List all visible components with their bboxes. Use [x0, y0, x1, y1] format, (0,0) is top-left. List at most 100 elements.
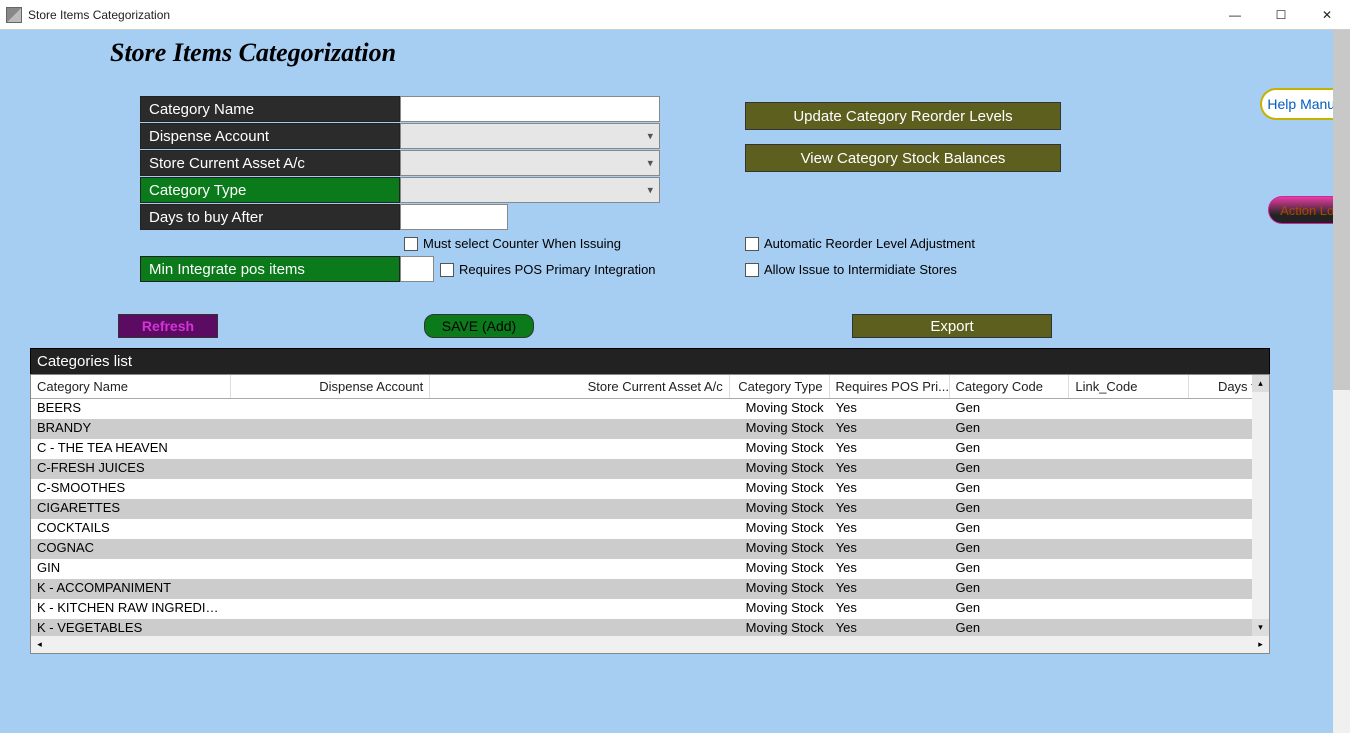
window-icon: [6, 7, 22, 23]
cell: Gen: [950, 559, 1070, 579]
cell: Moving Stock: [730, 579, 830, 599]
close-button[interactable]: ✕: [1304, 0, 1350, 30]
cell: Moving Stock: [730, 459, 830, 479]
grid-horizontal-scrollbar[interactable]: ◂ ▸: [31, 636, 1269, 653]
cell: Moving Stock: [730, 439, 830, 459]
cell: K - ACCOMPANIMENT: [31, 579, 231, 599]
table-row[interactable]: K - KITCHEN RAW INGREDIE...Moving StockY…: [31, 599, 1269, 619]
scroll-right-icon[interactable]: ▸: [1252, 639, 1269, 650]
label-min-integrate-pos: Min Integrate pos items: [140, 256, 400, 282]
cell: Gen: [950, 599, 1070, 619]
cell: Gen: [950, 479, 1070, 499]
table-row[interactable]: GINMoving StockYesGen: [31, 559, 1269, 579]
cell: [231, 399, 431, 419]
cell: Yes: [830, 499, 950, 519]
label-store-current-asset: Store Current Asset A/c: [140, 150, 400, 176]
cell: Yes: [830, 459, 950, 479]
must-select-counter-checkbox[interactable]: [404, 237, 418, 251]
maximize-button[interactable]: ☐: [1258, 0, 1304, 30]
allow-intermediate-checkbox[interactable]: [745, 263, 759, 277]
col-requires-pos[interactable]: Requires POS Pri...: [830, 375, 950, 398]
table-row[interactable]: BEERSMoving StockYesGen: [31, 399, 1269, 419]
cell: [231, 579, 431, 599]
cell: [231, 459, 431, 479]
page-title: Store Items Categorization: [110, 38, 396, 68]
scrollbar-thumb[interactable]: [1333, 30, 1350, 390]
auto-reorder-checkbox[interactable]: [745, 237, 759, 251]
cell: Moving Stock: [730, 419, 830, 439]
cell: Yes: [830, 559, 950, 579]
dispense-account-combo[interactable]: [400, 123, 660, 149]
cell: Gen: [950, 419, 1070, 439]
requires-pos-primary-checkbox[interactable]: [440, 263, 454, 277]
cell: [430, 499, 730, 519]
scroll-down-icon[interactable]: ▾: [1252, 619, 1269, 636]
cell: [430, 559, 730, 579]
label-must-select-counter: Must select Counter When Issuing: [423, 236, 621, 251]
cell: [1069, 519, 1189, 539]
cell: Moving Stock: [730, 599, 830, 619]
cell: [1069, 439, 1189, 459]
col-category-code[interactable]: Category Code: [950, 375, 1070, 398]
table-row[interactable]: COGNACMoving StockYesGen: [31, 539, 1269, 559]
window-title: Store Items Categorization: [28, 8, 170, 22]
cell: [1069, 559, 1189, 579]
table-row[interactable]: COCKTAILSMoving StockYesGen: [31, 519, 1269, 539]
minimize-button[interactable]: —: [1212, 0, 1258, 30]
grid-vertical-scrollbar[interactable]: ▴ ▾: [1252, 375, 1269, 636]
col-link-code[interactable]: Link_Code: [1069, 375, 1189, 398]
grid-title: Categories list: [30, 348, 1270, 375]
min-integrate-pos-input[interactable]: [400, 256, 434, 282]
cell: Moving Stock: [730, 479, 830, 499]
cell: [430, 539, 730, 559]
store-asset-combo[interactable]: [400, 150, 660, 176]
days-to-buy-input[interactable]: [400, 204, 508, 230]
label-auto-reorder: Automatic Reorder Level Adjustment: [764, 236, 975, 251]
save-button[interactable]: SAVE (Add): [424, 314, 534, 338]
col-store-asset[interactable]: Store Current Asset A/c: [430, 375, 729, 398]
label-category-name: Category Name: [140, 96, 400, 122]
category-type-combo[interactable]: [400, 177, 660, 203]
cell: [1069, 419, 1189, 439]
cell: Moving Stock: [730, 399, 830, 419]
col-category-type[interactable]: Category Type: [730, 375, 830, 398]
cell: COGNAC: [31, 539, 231, 559]
cell: [231, 599, 431, 619]
cell: Moving Stock: [730, 539, 830, 559]
cell: [231, 479, 431, 499]
cell: Yes: [830, 399, 950, 419]
cell: [1069, 579, 1189, 599]
label-allow-intermediate: Allow Issue to Intermidiate Stores: [764, 262, 957, 277]
cell: Gen: [950, 579, 1070, 599]
update-reorder-button[interactable]: Update Category Reorder Levels: [745, 102, 1061, 130]
cell: Yes: [830, 479, 950, 499]
view-balances-button[interactable]: View Category Stock Balances: [745, 144, 1061, 172]
cell: K - KITCHEN RAW INGREDIE...: [31, 599, 231, 619]
cell: [430, 479, 730, 499]
cell: [1069, 539, 1189, 559]
refresh-button[interactable]: Refresh: [118, 314, 218, 338]
table-row[interactable]: K - ACCOMPANIMENTMoving StockYesGen: [31, 579, 1269, 599]
cell: [1069, 599, 1189, 619]
cell: Gen: [950, 399, 1070, 419]
categories-grid[interactable]: Category Name Dispense Account Store Cur…: [30, 374, 1270, 654]
cell: Moving Stock: [730, 499, 830, 519]
table-row[interactable]: CIGARETTESMoving StockYesGen: [31, 499, 1269, 519]
cell: Gen: [950, 439, 1070, 459]
export-button[interactable]: Export: [852, 314, 1052, 338]
cell: [231, 499, 431, 519]
cell: [430, 419, 730, 439]
table-row[interactable]: BRANDYMoving StockYesGen: [31, 419, 1269, 439]
table-row[interactable]: C - THE TEA HEAVENMoving StockYesGen: [31, 439, 1269, 459]
table-row[interactable]: C-FRESH JUICESMoving StockYesGen: [31, 459, 1269, 479]
scroll-up-icon[interactable]: ▴: [1252, 375, 1269, 392]
cell: [231, 559, 431, 579]
scroll-left-icon[interactable]: ◂: [31, 639, 48, 650]
col-dispense-account[interactable]: Dispense Account: [231, 375, 431, 398]
window-vertical-scrollbar[interactable]: [1333, 30, 1350, 733]
category-name-input[interactable]: [400, 96, 660, 122]
col-category-name[interactable]: Category Name: [31, 375, 231, 398]
table-row[interactable]: C-SMOOTHESMoving StockYesGen: [31, 479, 1269, 499]
cell: [1069, 459, 1189, 479]
cell: [231, 419, 431, 439]
